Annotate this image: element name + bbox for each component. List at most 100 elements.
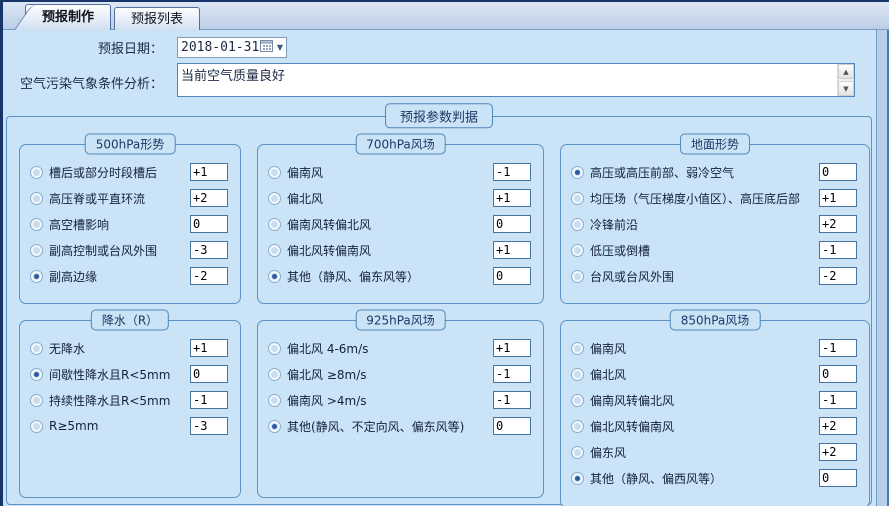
- option-input[interactable]: [190, 365, 228, 383]
- option-label: 无降水: [49, 340, 85, 357]
- option-label: 偏北风转偏南风: [590, 418, 674, 435]
- group-title: 700hPa风场: [355, 133, 446, 154]
- radio-button[interactable]: [571, 270, 584, 283]
- option-row: 偏东风: [571, 439, 857, 465]
- radio-button[interactable]: [268, 270, 281, 283]
- radio-button[interactable]: [571, 368, 584, 381]
- option-input[interactable]: [493, 391, 531, 409]
- radio-button[interactable]: [268, 342, 281, 355]
- option-input[interactable]: [819, 189, 857, 207]
- radio-button[interactable]: [30, 270, 43, 283]
- option-input[interactable]: [493, 339, 531, 357]
- radio-button[interactable]: [571, 394, 584, 407]
- option-row: 偏南风 >4m/s: [268, 387, 531, 413]
- option-input[interactable]: [190, 267, 228, 285]
- date-picker[interactable]: 2018-01-31 ▼: [177, 37, 287, 58]
- option-input[interactable]: [819, 267, 857, 285]
- radio-button[interactable]: [268, 192, 281, 205]
- textarea-scrollbar[interactable]: ▲ ▼: [837, 64, 854, 96]
- radio-button[interactable]: [30, 368, 43, 381]
- option-label: 其他(静风、不定向风、偏东风等): [287, 418, 464, 435]
- scroll-down-icon[interactable]: ▼: [838, 81, 854, 96]
- option-label: 偏北风 ≥8m/s: [287, 366, 367, 383]
- group-rows: 偏南风 偏北风 偏南风转偏北风 偏北风转偏南风: [561, 321, 869, 491]
- option-label: 偏南风: [590, 340, 626, 357]
- radio-button[interactable]: [571, 446, 584, 459]
- option-input[interactable]: [819, 365, 857, 383]
- option-input[interactable]: [493, 189, 531, 207]
- radio-button[interactable]: [268, 368, 281, 381]
- option-label: 副高控制或台风外围: [49, 242, 157, 259]
- radio-button[interactable]: [268, 244, 281, 257]
- option-input[interactable]: [819, 417, 857, 435]
- option-input[interactable]: [493, 241, 531, 259]
- option-input[interactable]: [819, 163, 857, 181]
- option-row: 均压场（气压梯度小值区）、高压底后部: [571, 185, 857, 211]
- option-label: 高压脊或平直环流: [49, 190, 145, 207]
- group-rows: 偏北风 4-6m/s 偏北风 ≥8m/s 偏南风 >4m/s 其他(静: [258, 321, 543, 439]
- group-title: 500hPa形势: [85, 133, 176, 154]
- group-rows: 无降水 间歇性降水且R<5mm 持续性降水且R<5mm R≥5mm: [20, 321, 240, 439]
- radio-button[interactable]: [268, 166, 281, 179]
- option-input[interactable]: [190, 189, 228, 207]
- criteria-legend: 预报参数判据: [385, 103, 493, 128]
- option-input[interactable]: [493, 163, 531, 181]
- option-input[interactable]: [819, 443, 857, 461]
- option-label: 其他（静风、偏东风等）: [287, 268, 419, 285]
- group-rows: 偏南风 偏北风 偏南风转偏北风 偏北风转偏南风: [258, 145, 543, 289]
- radio-button[interactable]: [30, 166, 43, 179]
- tab-bar: 预报制作 预报列表: [3, 2, 889, 30]
- option-input[interactable]: [190, 339, 228, 357]
- option-input[interactable]: [819, 339, 857, 357]
- radio-button[interactable]: [30, 244, 43, 257]
- option-row: 副高控制或台风外围: [30, 237, 228, 263]
- radio-button[interactable]: [268, 394, 281, 407]
- radio-button[interactable]: [571, 192, 584, 205]
- radio-button[interactable]: [571, 244, 584, 257]
- analysis-textarea[interactable]: 当前空气质量良好 ▲ ▼: [177, 63, 855, 97]
- option-input[interactable]: [819, 469, 857, 487]
- radio-button[interactable]: [30, 420, 43, 433]
- dropdown-arrow-icon[interactable]: ▼: [275, 43, 283, 52]
- option-input[interactable]: [493, 417, 531, 435]
- radio-button[interactable]: [571, 218, 584, 231]
- criteria-group: 地面形势 高压或高压前部、弱冷空气 均压场（气压梯度小值区）、高压底后部 冷锋前…: [560, 144, 870, 304]
- option-input[interactable]: [493, 267, 531, 285]
- radio-button[interactable]: [571, 342, 584, 355]
- option-label: 冷锋前沿: [590, 216, 638, 233]
- tab-label: 预报制作: [42, 10, 94, 25]
- option-label: 间歇性降水且R<5mm: [49, 366, 170, 383]
- option-row: 冷锋前沿: [571, 211, 857, 237]
- window-top-edge: [0, 0, 889, 2]
- radio-button[interactable]: [30, 192, 43, 205]
- radio-button[interactable]: [30, 342, 43, 355]
- forecast-date-row: 预报日期： 2018-01-31 ▼: [3, 37, 287, 58]
- radio-button[interactable]: [571, 166, 584, 179]
- option-input[interactable]: [190, 163, 228, 181]
- option-label: 其他（静风、偏西风等）: [590, 470, 722, 487]
- radio-button[interactable]: [30, 218, 43, 231]
- analysis-row: 空气污染气象条件分析： 当前空气质量良好 ▲ ▼: [3, 63, 855, 97]
- option-input[interactable]: [819, 215, 857, 233]
- option-input[interactable]: [190, 241, 228, 259]
- app-window: 预报制作 预报列表 预报日期： 2018-01-31 ▼ 空气污染气: [0, 0, 889, 506]
- option-input[interactable]: [493, 365, 531, 383]
- criteria-grid: 500hPa形势 槽后或部分时段槽后 高压脊或平直环流 高空槽影响: [7, 117, 871, 506]
- option-row: 高压脊或平直环流: [30, 185, 228, 211]
- option-input[interactable]: [819, 391, 857, 409]
- tab-forecast-list[interactable]: 预报列表: [114, 7, 200, 30]
- option-row: 偏北风转偏南风: [571, 413, 857, 439]
- option-input[interactable]: [190, 391, 228, 409]
- scroll-up-icon[interactable]: ▲: [838, 64, 854, 79]
- calendar-icon: [260, 40, 273, 55]
- tab-forecast-production[interactable]: 预报制作: [25, 4, 111, 30]
- radio-button[interactable]: [30, 394, 43, 407]
- radio-button[interactable]: [571, 472, 584, 485]
- radio-button[interactable]: [571, 420, 584, 433]
- option-input[interactable]: [190, 215, 228, 233]
- option-input[interactable]: [493, 215, 531, 233]
- option-input[interactable]: [190, 417, 228, 435]
- radio-button[interactable]: [268, 420, 281, 433]
- radio-button[interactable]: [268, 218, 281, 231]
- option-input[interactable]: [819, 241, 857, 259]
